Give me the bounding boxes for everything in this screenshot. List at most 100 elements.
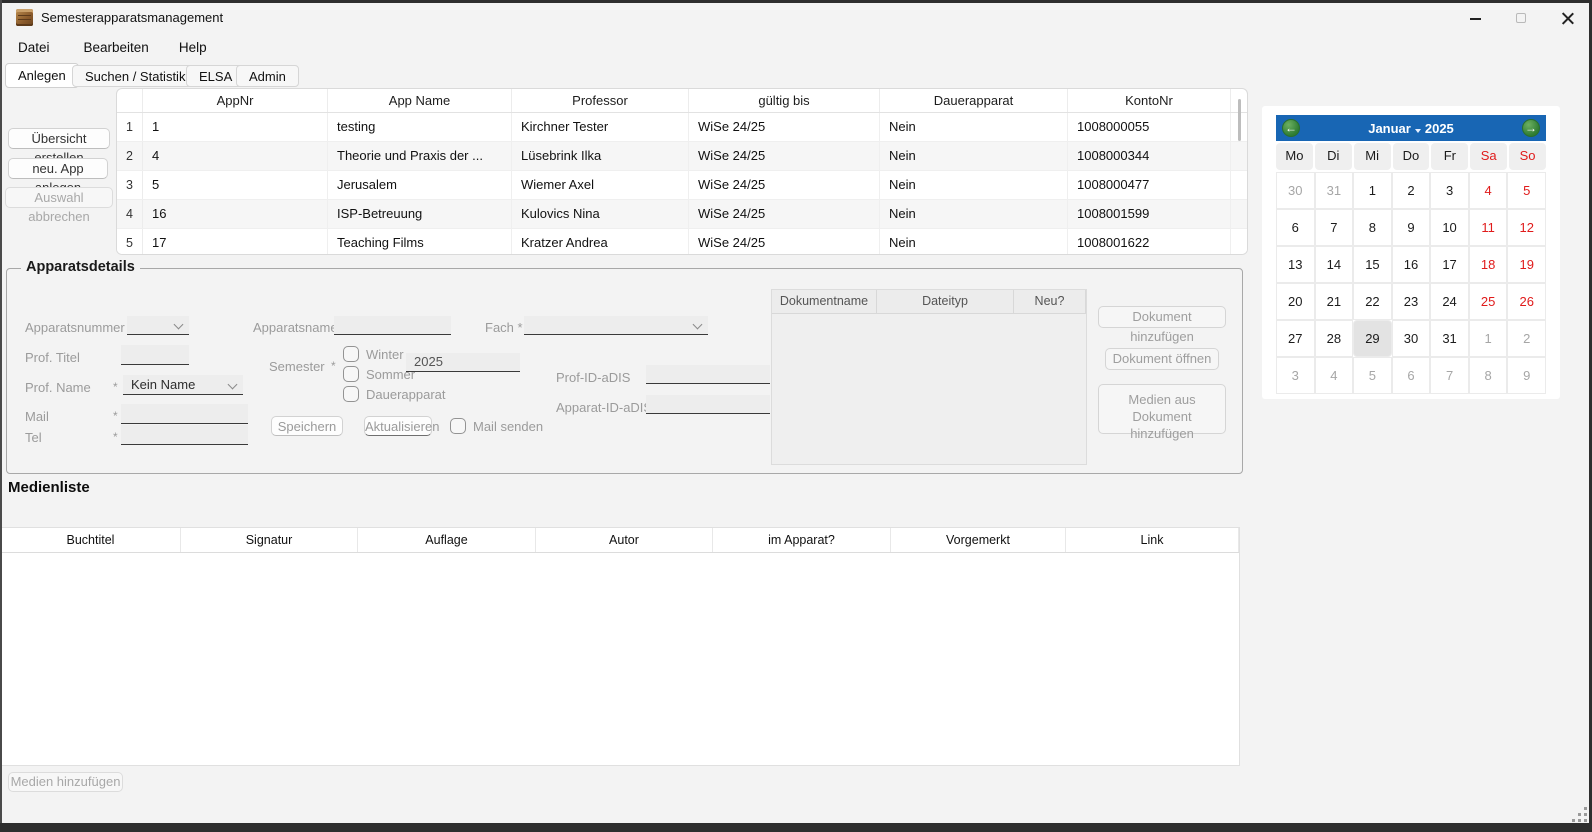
winter-checkbox[interactable] [343,346,359,362]
calendar-day[interactable]: 8 [1469,357,1508,394]
table-row[interactable]: 35JerusalemWiemer AxelWiSe 24/25Nein1008… [117,171,1247,200]
calendar-year[interactable]: 2025 [1425,121,1454,136]
dauerapparat-checkbox[interactable] [343,386,359,402]
doc-column-neu-[interactable]: Neu? [1014,290,1086,313]
mail-input[interactable] [121,404,248,424]
media-column-autor[interactable]: Autor [536,528,713,552]
apparatsnummer-combobox[interactable] [127,316,189,335]
calendar-day[interactable]: 20 [1276,283,1315,320]
column-header-appnr[interactable]: AppNr [143,89,328,112]
calendar-day[interactable]: 7 [1430,357,1469,394]
column-header-g-ltig-bis[interactable]: gültig bis [689,89,880,112]
table-row[interactable]: 24Theorie und Praxis der ...Lüsebrink Il… [117,142,1247,171]
tab-admin[interactable]: Admin [236,65,299,87]
calendar-day[interactable]: 25 [1469,283,1508,320]
calendar-day[interactable]: 9 [1392,209,1431,246]
minimize-button[interactable] [1452,3,1498,33]
media-column-signatur[interactable]: Signatur [181,528,358,552]
close-button[interactable] [1544,3,1590,33]
medien-aus-dokument-button[interactable]: Medien aus Dokument hinzufügen [1098,384,1226,434]
column-header-kontonr[interactable]: KontoNr [1068,89,1231,112]
tab-anlegen[interactable]: Anlegen [5,63,79,88]
doc-column-dateityp[interactable]: Dateityp [877,290,1014,313]
calendar-next-month-button[interactable] [1522,119,1540,137]
calendar-day[interactable]: 4 [1469,172,1508,209]
calendar-day[interactable]: 26 [1507,283,1546,320]
media-column-auflage[interactable]: Auflage [358,528,536,552]
media-column-im-apparat-[interactable]: im Apparat? [713,528,891,552]
calendar-title[interactable]: Januar 2025 [1368,121,1454,136]
calendar-month[interactable]: Januar [1368,121,1411,136]
calendar-day[interactable]: 28 [1315,320,1354,357]
title-bar[interactable]: Semesterapparatsmanagement [2,3,1589,32]
calendar-day[interactable]: 7 [1315,209,1354,246]
calendar-day[interactable]: 1 [1469,320,1508,357]
table-row[interactable]: 416ISP-BetreuungKulovics NinaWiSe 24/25N… [117,200,1247,229]
medien-hinzufuegen-button[interactable]: Medien hinzufügen [8,772,123,792]
prof-name-combobox[interactable]: Kein Name [123,375,243,395]
calendar-day[interactable]: 14 [1315,246,1354,283]
calendar-day[interactable]: 24 [1430,283,1469,320]
apparat-id-adis-input[interactable] [646,395,770,414]
calendar-day[interactable]: 31 [1430,320,1469,357]
calendar-day[interactable]: 22 [1353,283,1392,320]
speichern-button[interactable]: Speichern [271,416,343,436]
calendar-day[interactable]: 6 [1276,209,1315,246]
dokument-hinzufuegen-button[interactable]: Dokument hinzufügen [1098,306,1226,328]
calendar-day[interactable]: 4 [1315,357,1354,394]
apparatsname-input[interactable] [334,316,451,335]
dokument-oeffnen-button[interactable]: Dokument öffnen [1105,348,1219,370]
calendar-day[interactable]: 19 [1507,246,1546,283]
media-column-vorgemerkt[interactable]: Vorgemerkt [891,528,1066,552]
uebersicht-erstellen-button[interactable]: Übersicht erstellen [8,128,110,149]
media-column-link[interactable]: Link [1066,528,1239,552]
calendar-day-today[interactable]: 29 [1353,320,1392,357]
calendar-day[interactable]: 15 [1353,246,1392,283]
calendar-day[interactable]: 11 [1469,209,1508,246]
calendar-day[interactable]: 31 [1315,172,1354,209]
calendar-day[interactable]: 30 [1276,172,1315,209]
neu-app-anlegen-button[interactable]: neu. App anlegen [8,158,108,179]
calendar-day[interactable]: 12 [1507,209,1546,246]
auswahl-abbrechen-button[interactable]: Auswahl abbrechen [5,187,113,208]
fach-combobox[interactable] [524,316,708,335]
tel-input[interactable] [121,425,248,445]
doc-column-dokumentname[interactable]: Dokumentname [772,290,877,313]
table-row[interactable]: 517Teaching FilmsKratzer AndreaWiSe 24/2… [117,229,1247,255]
semester-year-input[interactable]: 2025 [406,353,520,372]
column-header-app-name[interactable]: App Name [328,89,512,112]
calendar-day[interactable]: 3 [1276,357,1315,394]
mail-senden-checkbox[interactable] [450,418,466,434]
calendar-day[interactable]: 2 [1392,172,1431,209]
menu-item-help[interactable]: Help [173,36,213,59]
calendar-day[interactable]: 3 [1430,172,1469,209]
calendar-day[interactable]: 21 [1315,283,1354,320]
calendar-day[interactable]: 13 [1276,246,1315,283]
maximize-button[interactable] [1498,3,1544,33]
calendar-day[interactable]: 2 [1507,320,1546,357]
calendar-day[interactable]: 23 [1392,283,1431,320]
calendar-day[interactable]: 16 [1392,246,1431,283]
table-row[interactable]: 11testingKirchner TesterWiSe 24/25Nein10… [117,113,1247,142]
calendar-day[interactable]: 27 [1276,320,1315,357]
calendar-prev-month-button[interactable] [1282,119,1300,137]
aktualisieren-button[interactable]: Aktualisieren [364,416,432,436]
calendar-day[interactable]: 5 [1507,172,1546,209]
column-header-professor[interactable]: Professor [512,89,689,112]
calendar-day[interactable]: 17 [1430,246,1469,283]
calendar-day[interactable]: 6 [1392,357,1431,394]
calendar-day[interactable]: 5 [1353,357,1392,394]
calendar-day[interactable]: 18 [1469,246,1508,283]
calendar-day[interactable]: 1 [1353,172,1392,209]
tab-suchen-statistik[interactable]: Suchen / Statistik [72,65,198,87]
calendar-day[interactable]: 9 [1507,357,1546,394]
menu-item-datei[interactable]: Datei [12,36,56,59]
resize-grip[interactable] [1573,808,1587,822]
calendar-day[interactable]: 8 [1353,209,1392,246]
prof-titel-input[interactable] [121,345,189,365]
sommer-checkbox[interactable] [343,366,359,382]
column-header-dauerapparat[interactable]: Dauerapparat [880,89,1068,112]
menu-item-bearbeiten[interactable]: Bearbeiten [78,36,155,59]
prof-id-adis-input[interactable] [646,365,770,384]
table-scrollbar[interactable] [1238,99,1241,141]
